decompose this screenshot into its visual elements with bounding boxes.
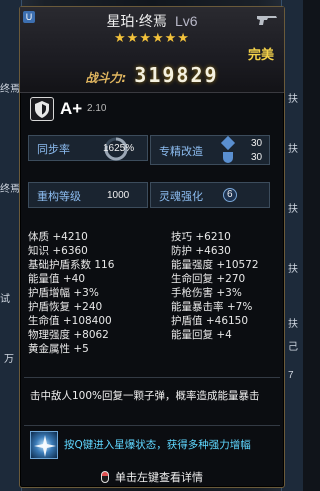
starburst-skill-icon xyxy=(30,431,58,459)
rank-score: 2.10 xyxy=(87,103,107,114)
reforge-level-label: 重构等级 xyxy=(37,190,81,203)
combat-power-value: 319829 xyxy=(134,63,219,87)
stat-row: 护盾值 +46150 xyxy=(171,315,249,327)
quality-grade: 完美 xyxy=(247,48,274,63)
stat-row: 基础护盾系数 116 xyxy=(28,259,115,271)
stat-row: 防护 +4630 xyxy=(171,245,231,257)
sync-rate-label: 同步率 xyxy=(37,143,70,156)
stat-row: 生命值 +108400 xyxy=(28,315,112,327)
detail-hint: 单击左键查看详情 xyxy=(20,469,284,485)
pistol-icon xyxy=(257,16,277,25)
left-item-label: 试 xyxy=(0,294,10,305)
rank-grade: A+ xyxy=(60,99,83,118)
left-item-label: 终焉 xyxy=(0,184,20,195)
sync-rate-value: 1625% xyxy=(103,143,135,154)
divider xyxy=(24,425,280,426)
stat-row: 能量回复 +4 xyxy=(171,329,232,341)
soul-enhance-value: 6 xyxy=(227,189,233,200)
stat-row: 能量值 +40 xyxy=(28,273,86,285)
special-mod-box[interactable]: 专精改造 30 30 xyxy=(150,135,270,165)
right-item-label: 扶 xyxy=(288,319,298,330)
item-tooltip: U 星珀·终焉 Lv6 ★★★★★★ 完美 战斗力: 319829 A+ 2.10 … xyxy=(19,6,285,488)
star-rating: ★★★★★★ xyxy=(114,31,190,46)
soul-enhance-box[interactable]: 灵魂强化 6 xyxy=(150,182,270,208)
divider xyxy=(24,377,280,378)
stat-row: 手枪伤害 +3% xyxy=(171,287,242,299)
item-title: 星珀·终焉 Lv6 xyxy=(20,11,284,31)
right-item-label: 扶 xyxy=(288,204,298,215)
special-mod-label: 专精改造 xyxy=(159,145,203,158)
item-name: 星珀·终焉 xyxy=(106,14,167,30)
combat-power-label: 战斗力: xyxy=(85,71,127,85)
rank-row: A+ 2.10 xyxy=(30,97,274,127)
stat-row: 护盾恢复 +240 xyxy=(28,301,103,313)
sync-rate-box[interactable]: 同步率 1625% xyxy=(28,135,148,161)
stat-row: 生命回复 +270 xyxy=(171,273,246,285)
soul-enhance-label: 灵魂强化 xyxy=(159,190,203,203)
stat-row: 能量暴击率 +7% xyxy=(171,301,253,313)
skill-row: 按Q键进入星爆状态，获得多种强力增幅 xyxy=(30,431,278,463)
stat-row: 能量强度 +10572 xyxy=(171,259,259,271)
stat-row: 技巧 +6210 xyxy=(171,231,231,243)
right-item-label: 7 xyxy=(288,370,294,381)
right-item-label: 己 xyxy=(288,342,298,353)
combat-power: 战斗力: 319829 xyxy=(20,63,284,87)
stat-row: 护盾增幅 +3% xyxy=(28,287,99,299)
stat-row: 体质 +4210 xyxy=(28,231,88,243)
left-item-label: 万 xyxy=(4,354,14,365)
effect-description: 击中敌人100%回复一颗子弹，概率造成能量暴击 xyxy=(30,390,260,402)
right-item-label: 扶 xyxy=(288,94,298,105)
special-mod-value-1: 30 xyxy=(251,138,263,149)
tooltip-header: U 星珀·终焉 Lv6 ★★★★★★ 完美 战斗力: 319829 xyxy=(20,7,284,93)
shield-small-icon xyxy=(223,152,233,163)
reforge-level-value: 1000 xyxy=(107,190,130,201)
special-mod-value-2: 30 xyxy=(251,152,263,163)
item-level: Lv6 xyxy=(174,13,198,29)
right-item-label: 扶 xyxy=(288,264,298,275)
sword-icon xyxy=(220,135,236,151)
stat-row: 物理强度 +8062 xyxy=(28,329,109,341)
left-item-label: 终焉 xyxy=(0,84,20,95)
shield-icon xyxy=(30,97,54,121)
right-item-label: 扶 xyxy=(288,144,298,155)
stat-row: 黄金属性 +5 xyxy=(28,343,89,355)
mouse-left-click-icon xyxy=(101,471,109,483)
reforge-level-box[interactable]: 重构等级 1000 xyxy=(28,182,148,208)
stat-row: 知识 +6360 xyxy=(28,245,88,257)
detail-hint-text: 单击左键查看详情 xyxy=(115,471,203,484)
skill-description: 按Q键进入星爆状态，获得多种强力增幅 xyxy=(64,439,251,451)
